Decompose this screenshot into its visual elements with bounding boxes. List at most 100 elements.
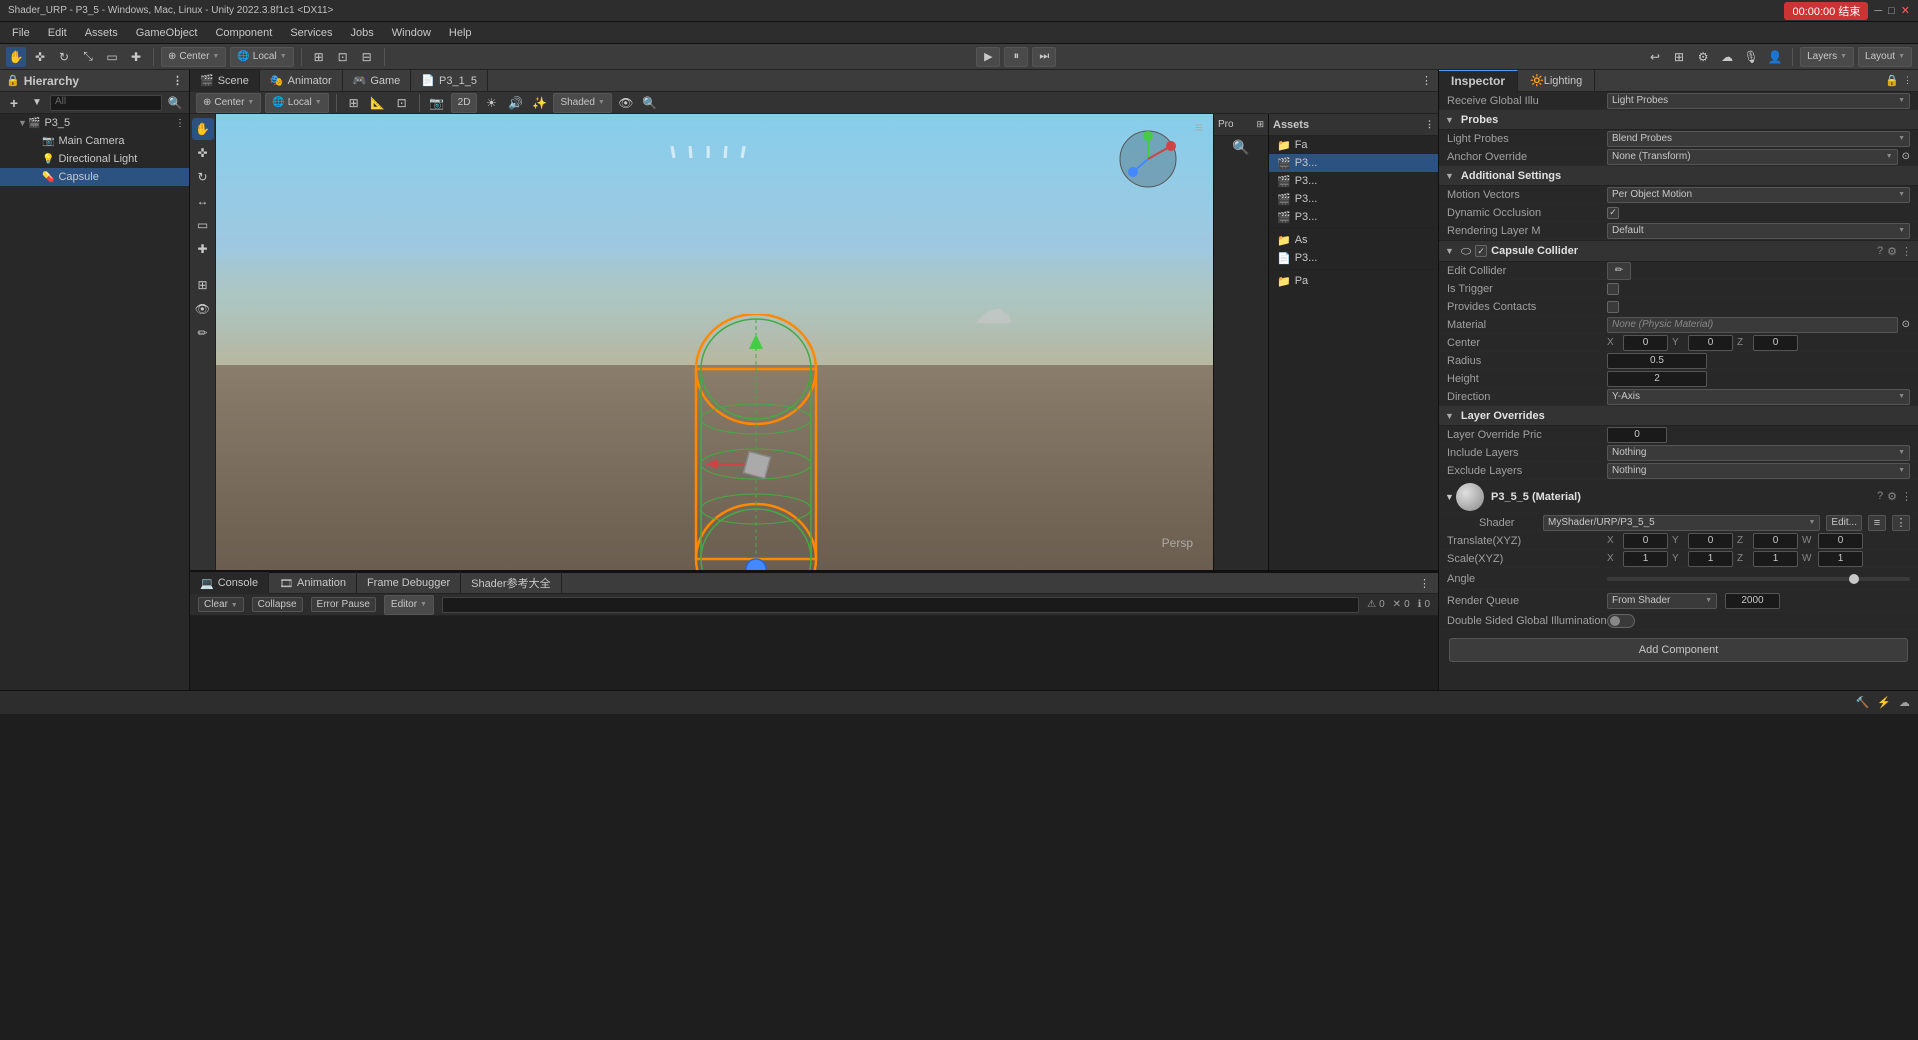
- scale-w[interactable]: [1818, 551, 1863, 567]
- shader-edit-btn[interactable]: Edit...: [1826, 515, 1862, 531]
- capsule-collider-header[interactable]: ▼ ⬭ ✓ Capsule Collider ? ⚙ ⋮: [1439, 240, 1918, 262]
- height-input[interactable]: [1607, 371, 1707, 387]
- hierarchy-item-p3-5[interactable]: ▼ 🎬 P3_5 ⋮: [0, 114, 189, 132]
- material-pick-icon[interactable]: ⊙: [1902, 319, 1910, 330]
- shader-more-btn[interactable]: ⋮: [1892, 515, 1910, 531]
- collapse-btn[interactable]: Collapse: [252, 597, 303, 612]
- rotate-vert-btn[interactable]: ↻: [192, 166, 214, 188]
- menu-jobs[interactable]: Jobs: [343, 25, 382, 41]
- pause-button[interactable]: ⏸: [1004, 47, 1028, 67]
- cc-help-icon[interactable]: ?: [1877, 245, 1883, 258]
- layout-dropdown[interactable]: Layout ▼: [1858, 47, 1912, 67]
- scene-view-dropdown[interactable]: Shaded ▼: [553, 93, 611, 113]
- capsule-object[interactable]: [656, 314, 856, 570]
- mat-more-icon[interactable]: ⋮: [1901, 490, 1912, 503]
- assets-mini-icon-btn[interactable]: 🔍: [1214, 136, 1268, 158]
- undo-btn[interactable]: ↩: [1645, 47, 1665, 67]
- scene-grid-btn[interactable]: ⊞: [344, 93, 364, 113]
- snap-btn[interactable]: ⊡: [333, 47, 353, 67]
- receive-gi-value[interactable]: Light Probes ▼: [1607, 93, 1910, 109]
- rotate-tool[interactable]: ↻: [54, 47, 74, 67]
- hierarchy-search[interactable]: All: [50, 95, 162, 111]
- mat-settings-icon[interactable]: ⚙: [1887, 490, 1897, 503]
- scene-tab-options[interactable]: ⋮: [1421, 74, 1438, 87]
- is-trigger-checkbox[interactable]: [1607, 283, 1619, 295]
- scene-light-btn[interactable]: ☀: [481, 93, 501, 113]
- anchor-pick-icon[interactable]: ⊙: [1902, 151, 1910, 162]
- scene-view[interactable]: ☁ ╻ ╻ ╻ ╻ ╻ ≡ Persp: [216, 114, 1213, 570]
- assets-options[interactable]: ⋮: [1425, 119, 1434, 130]
- shader-icon-btn[interactable]: ≡: [1868, 515, 1886, 531]
- move-tool[interactable]: ✜: [30, 47, 50, 67]
- scale-y[interactable]: [1688, 551, 1733, 567]
- menu-help[interactable]: Help: [441, 25, 480, 41]
- include-layers-dropdown[interactable]: Nothing ▼: [1607, 445, 1910, 461]
- anchor-override-value[interactable]: None (Transform) ▼ ⊙: [1607, 149, 1910, 165]
- assets-pa-folder[interactable]: 📁 Pa: [1269, 272, 1438, 290]
- center-x-input[interactable]: [1623, 335, 1668, 351]
- double-sided-toggle-track[interactable]: [1607, 614, 1635, 628]
- assets-p3-item3[interactable]: 🎬 P3...: [1269, 190, 1438, 208]
- transform-vert-btn[interactable]: ✚: [192, 238, 214, 260]
- menu-component[interactable]: Component: [207, 25, 280, 41]
- scene-search-btn[interactable]: 🔍: [640, 93, 660, 113]
- menu-gameobject[interactable]: GameObject: [128, 25, 206, 41]
- cc-settings-icon[interactable]: ⚙: [1887, 245, 1897, 258]
- error-pause-btn[interactable]: Error Pause: [311, 597, 376, 612]
- scene-fx-btn[interactable]: ✨: [529, 93, 549, 113]
- direction-dropdown[interactable]: Y-Axis ▼: [1607, 389, 1910, 405]
- scene-gizmos-btn[interactable]: 👁: [616, 93, 636, 113]
- shader-dropdown[interactable]: MyShader/URP/P3_5_5 ▼: [1543, 515, 1820, 531]
- assets-fa-folder[interactable]: 📁 Fa: [1269, 136, 1438, 154]
- hierarchy-filter-btn[interactable]: 🔍: [165, 93, 185, 113]
- lop-input[interactable]: [1607, 427, 1667, 443]
- angle-slider[interactable]: [1607, 577, 1910, 581]
- hierarchy-add-btn[interactable]: +: [4, 93, 24, 113]
- rendering-layer-dropdown[interactable]: Default ▼: [1607, 223, 1910, 239]
- tab-shader-ref[interactable]: Shader参考大全: [461, 572, 561, 594]
- console-options[interactable]: ⋮: [1419, 577, 1438, 590]
- hierarchy-lock-icon[interactable]: 🔒: [6, 74, 20, 87]
- gizmo-widget[interactable]: [1113, 124, 1183, 197]
- scene-2d-btn[interactable]: 2D: [451, 93, 478, 113]
- menu-edit[interactable]: Edit: [40, 25, 75, 41]
- hierarchy-item-camera[interactable]: 📷 Main Camera: [0, 132, 189, 150]
- scene-snap-btn[interactable]: 📐: [368, 93, 388, 113]
- mat-help-icon[interactable]: ?: [1877, 490, 1883, 503]
- menu-assets[interactable]: Assets: [77, 25, 126, 41]
- double-sided-toggle[interactable]: [1607, 614, 1910, 628]
- dynamic-occlusion-value[interactable]: ✓: [1607, 207, 1910, 219]
- hierarchy-item-capsule[interactable]: 💊 Capsule: [0, 168, 189, 186]
- play-button[interactable]: ▶: [976, 47, 1000, 67]
- rect-vert-btn[interactable]: ▭: [192, 214, 214, 236]
- additional-settings-header[interactable]: ▼ Additional Settings: [1439, 166, 1918, 186]
- minimize-icon[interactable]: ─: [1874, 5, 1882, 17]
- center-z-input[interactable]: [1753, 335, 1798, 351]
- render-queue-value[interactable]: From Shader ▼: [1607, 593, 1910, 609]
- tab-console[interactable]: 💻 Console: [190, 572, 269, 594]
- tab-game[interactable]: 🎮 Game: [343, 70, 412, 92]
- hierarchy-item-light[interactable]: 💡 Directional Light: [0, 150, 189, 168]
- translate-w[interactable]: [1818, 533, 1863, 549]
- angle-thumb[interactable]: [1849, 574, 1859, 584]
- height-value[interactable]: [1607, 371, 1910, 387]
- scene-align-btn[interactable]: ⊡: [392, 93, 412, 113]
- scene-options[interactable]: ⋮: [175, 118, 185, 129]
- menu-window[interactable]: Window: [384, 25, 439, 41]
- transform-tool[interactable]: ✚: [126, 47, 146, 67]
- vert-tool-10[interactable]: ✏: [192, 322, 214, 344]
- tab-inspector[interactable]: Inspector: [1439, 70, 1518, 92]
- layer-override-priority-value[interactable]: [1607, 427, 1910, 443]
- menu-services[interactable]: Services: [282, 25, 340, 41]
- anchor-dropdown[interactable]: None (Transform) ▼: [1607, 149, 1898, 165]
- tab-frame-debugger[interactable]: Frame Debugger: [357, 572, 461, 594]
- is-trigger-value[interactable]: [1607, 283, 1910, 295]
- move-vert-btn[interactable]: ✜: [192, 142, 214, 164]
- assets-as-folder[interactable]: 📁 As: [1269, 231, 1438, 249]
- material-component-header[interactable]: ▼ P3_5_5 (Material) ? ⚙ ⋮: [1439, 480, 1918, 514]
- material-dropdown[interactable]: None (Physic Material): [1607, 317, 1898, 333]
- tab-lighting[interactable]: 🔆 Lighting: [1518, 70, 1595, 92]
- layer-overrides-header[interactable]: ▼ Layer Overrides: [1439, 406, 1918, 426]
- material-value[interactable]: None (Physic Material) ⊙: [1607, 317, 1910, 333]
- vert-tool-9[interactable]: 👁: [192, 298, 214, 320]
